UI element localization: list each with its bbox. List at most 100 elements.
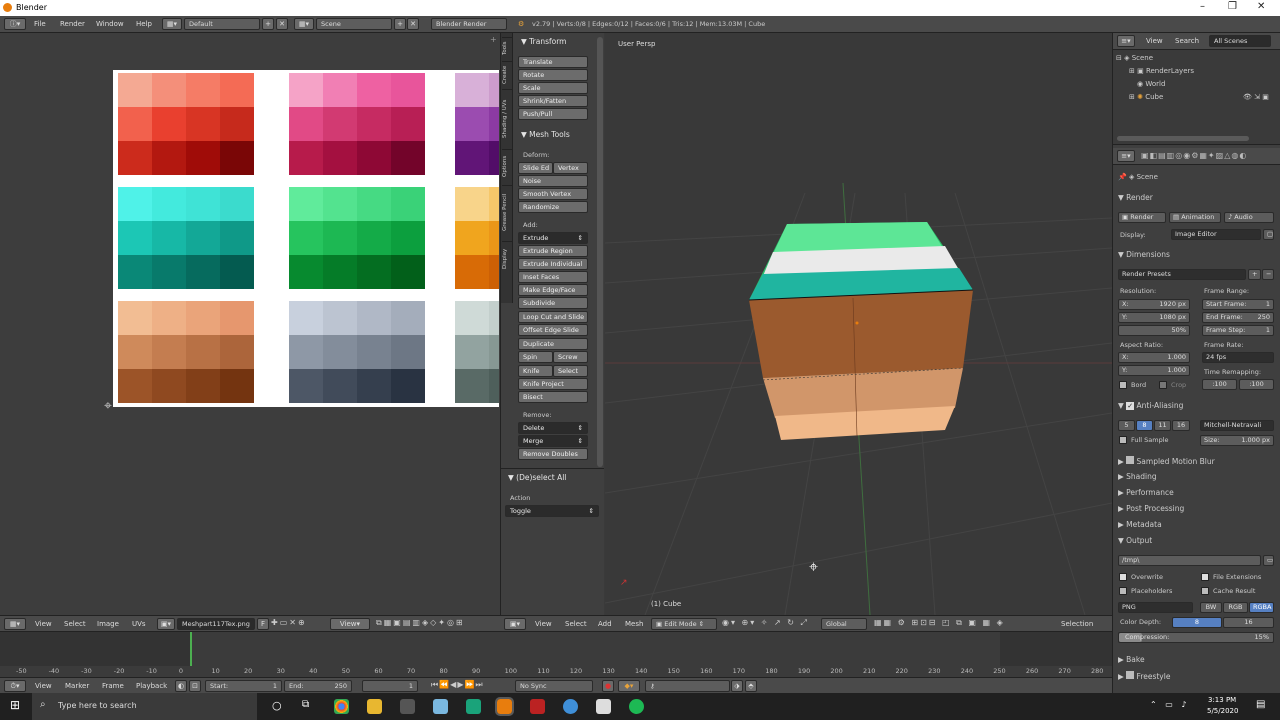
mail-icon[interactable] bbox=[400, 699, 415, 714]
aa-samples-11[interactable]: 11 bbox=[1154, 420, 1171, 431]
aa-size-field[interactable]: Size: 1.000 px bbox=[1200, 435, 1274, 446]
rotate-button[interactable]: Rotate bbox=[518, 69, 588, 81]
mode-select[interactable]: ▣ Edit Mode ⇕ bbox=[651, 618, 717, 630]
subdivide-button[interactable]: Subdivide bbox=[518, 297, 588, 309]
remove-layout-icon[interactable]: ✕ bbox=[276, 18, 288, 30]
visibility-eye-icon[interactable]: 👁 ⇲ ▣ bbox=[1243, 93, 1269, 101]
properties-editor-icon[interactable]: ≡▾ bbox=[1117, 150, 1135, 162]
outliner-scrollbar[interactable] bbox=[1117, 136, 1249, 141]
outliner-search-menu[interactable]: Search bbox=[1175, 37, 1199, 45]
bisect-button[interactable]: Bisect bbox=[518, 391, 588, 403]
properties-tabs-icon[interactable]: ▣◧▤▥◎◉⚙▦✦▨△◍◐ bbox=[1141, 151, 1247, 160]
close-button[interactable]: ✕ bbox=[1257, 1, 1265, 12]
translate-button[interactable]: Translate bbox=[518, 56, 588, 68]
start-frame-field[interactable]: Start Frame: 1 bbox=[1202, 299, 1274, 310]
scene-icon[interactable]: ▦▾ bbox=[294, 18, 314, 30]
editor-type-icon[interactable]: ⓘ▾ bbox=[4, 18, 26, 30]
maximize-button[interactable]: ❐ bbox=[1228, 1, 1237, 12]
uv-uvs-menu[interactable]: UVs bbox=[132, 620, 146, 628]
3d-select-menu[interactable]: Select bbox=[565, 620, 587, 628]
scene-select[interactable]: Scene bbox=[316, 18, 392, 30]
render-button[interactable]: ▣ Render bbox=[1118, 212, 1166, 223]
task-view-icon[interactable]: ⧉ bbox=[302, 699, 309, 710]
menu-render[interactable]: Render bbox=[60, 20, 85, 28]
display-fullscreen-icon[interactable]: ▢ bbox=[1263, 229, 1274, 240]
duplicate-button[interactable]: Duplicate bbox=[518, 338, 588, 350]
notifications-icon[interactable]: ▤ bbox=[1256, 699, 1265, 710]
placeholders-checkbox[interactable] bbox=[1119, 587, 1127, 595]
timeline-editor-icon[interactable]: ⏱▾ bbox=[4, 680, 26, 692]
render-presets-select[interactable]: Render Presets bbox=[1118, 269, 1246, 280]
spotify-icon[interactable] bbox=[629, 699, 644, 714]
image-tools-icons[interactable]: ✚▭✕⊕ bbox=[271, 618, 307, 627]
store-icon[interactable] bbox=[596, 699, 611, 714]
timeline-frame-menu[interactable]: Frame bbox=[102, 682, 124, 690]
3d-view-menu[interactable]: View bbox=[535, 620, 552, 628]
3d-cursor-icon[interactable]: ⌖ bbox=[809, 557, 818, 577]
start-frame-input[interactable]: Start: 1 bbox=[205, 680, 282, 692]
spin-button[interactable]: Spin bbox=[518, 351, 553, 363]
add-scene-icon[interactable]: + bbox=[394, 18, 406, 30]
aa-samples-5[interactable]: 5 bbox=[1118, 420, 1135, 431]
motion-blur-checkbox[interactable] bbox=[1126, 456, 1135, 464]
resolution-x-field[interactable]: X: 1920 px bbox=[1118, 299, 1190, 310]
red-app-icon[interactable] bbox=[530, 699, 545, 714]
green-app-icon[interactable] bbox=[466, 699, 481, 714]
offset-edge-slide-button[interactable]: Offset Edge Slide bbox=[518, 324, 588, 336]
layer-snap-icons[interactable]: ▦▦ ⚙ ⊞⊡⊟ ◰ ⧉ ▣ ▦ ◈ bbox=[874, 618, 1005, 628]
bw-button[interactable]: BW bbox=[1200, 602, 1222, 613]
folder-icon[interactable]: ▭ bbox=[1263, 555, 1274, 566]
clock-time[interactable]: 3:13 PM bbox=[1208, 696, 1236, 704]
3d-mesh-menu[interactable]: Mesh bbox=[625, 620, 643, 628]
mesh-tools-header[interactable]: ▼ Mesh Tools bbox=[521, 130, 570, 139]
aa-filter-select[interactable]: Mitchell-Netravali bbox=[1200, 420, 1274, 431]
current-frame-input[interactable]: 1 bbox=[362, 680, 418, 692]
depth-8-button[interactable]: 8 bbox=[1172, 617, 1222, 628]
merge-menu[interactable]: Merge ⇕ bbox=[518, 435, 588, 447]
menu-window[interactable]: Window bbox=[96, 20, 124, 28]
depth-16-button[interactable]: 16 bbox=[1223, 617, 1274, 628]
knife-select-button[interactable]: Select bbox=[553, 365, 588, 377]
shading-pivot-icons[interactable]: ◉▾ ⊕▾ ✧ ↗ ↻ ⤢ bbox=[722, 618, 809, 628]
overwrite-checkbox[interactable] bbox=[1119, 573, 1127, 581]
aa-samples-16[interactable]: 16 bbox=[1172, 420, 1190, 431]
image-browse-icon[interactable]: ▣▾ bbox=[157, 618, 175, 630]
slide-edge-button[interactable]: Slide Ed bbox=[518, 162, 553, 174]
clock-date[interactable]: 5/5/2020 bbox=[1207, 707, 1238, 715]
frame-step-field[interactable]: Frame Step: 1 bbox=[1202, 325, 1274, 336]
fake-user-button[interactable]: F bbox=[257, 618, 269, 630]
timeline-editor[interactable]: -50 -40 -30 -20 -10 0 10 20 30 40 50 60 70 80 90 100 110… bbox=[0, 631, 1112, 677]
shrink-fatten-button[interactable]: Shrink/Fatten bbox=[518, 95, 588, 107]
record-icon[interactable]: ● bbox=[602, 680, 614, 692]
aspect-y-field[interactable]: Y: 1.000 bbox=[1118, 365, 1190, 376]
make-edge-face-button[interactable]: Make Edge/Face bbox=[518, 284, 588, 296]
add-preset-icon[interactable]: + bbox=[1248, 269, 1261, 280]
border-checkbox[interactable] bbox=[1119, 381, 1127, 389]
freestyle-header[interactable]: ▶ Freestyle bbox=[1118, 671, 1170, 681]
anti-aliasing-header[interactable]: ▼ ✓ Anti-Aliasing bbox=[1118, 401, 1183, 410]
tab-grease-pencil[interactable]: Grease Pencil bbox=[502, 185, 512, 239]
3d-editor-type-icon[interactable]: ▣▾ bbox=[504, 618, 526, 630]
taskbar-search-box[interactable]: ⌕ Type here to search bbox=[32, 693, 257, 720]
timeline-playback-menu[interactable]: Playback bbox=[136, 682, 167, 690]
extrude-menu[interactable]: Extrude ⇕ bbox=[518, 232, 588, 244]
rgb-button[interactable]: RGB bbox=[1223, 602, 1248, 613]
playback-controls-icons[interactable]: ⏮⏪◀▶⏩⏭ bbox=[431, 680, 484, 690]
randomize-button[interactable]: Randomize bbox=[518, 201, 588, 213]
post-processing-header[interactable]: ▶ Post Processing bbox=[1118, 504, 1184, 513]
windows-start-icon[interactable]: ⊞ bbox=[10, 698, 20, 712]
full-sample-checkbox[interactable] bbox=[1119, 436, 1127, 444]
keying-icon[interactable]: ◆▾ bbox=[618, 680, 640, 692]
resolution-y-field[interactable]: Y: 1080 px bbox=[1118, 312, 1190, 323]
render-engine-select[interactable]: Blender Render bbox=[431, 18, 507, 30]
outliner-item-scene[interactable]: ⊟ ◈ Scene bbox=[1116, 54, 1153, 62]
remove-scene-icon[interactable]: ✕ bbox=[407, 18, 419, 30]
end-frame-field[interactable]: End Frame: 250 bbox=[1202, 312, 1274, 323]
cube-mesh[interactable] bbox=[745, 218, 977, 446]
outliner-view-menu[interactable]: View bbox=[1146, 37, 1163, 45]
menu-help[interactable]: Help bbox=[136, 20, 152, 28]
tab-create[interactable]: Create bbox=[502, 61, 512, 87]
timeline-view-menu[interactable]: View bbox=[35, 682, 52, 690]
add-layout-icon[interactable]: + bbox=[262, 18, 274, 30]
sync-mode-select[interactable]: No Sync bbox=[515, 680, 593, 692]
